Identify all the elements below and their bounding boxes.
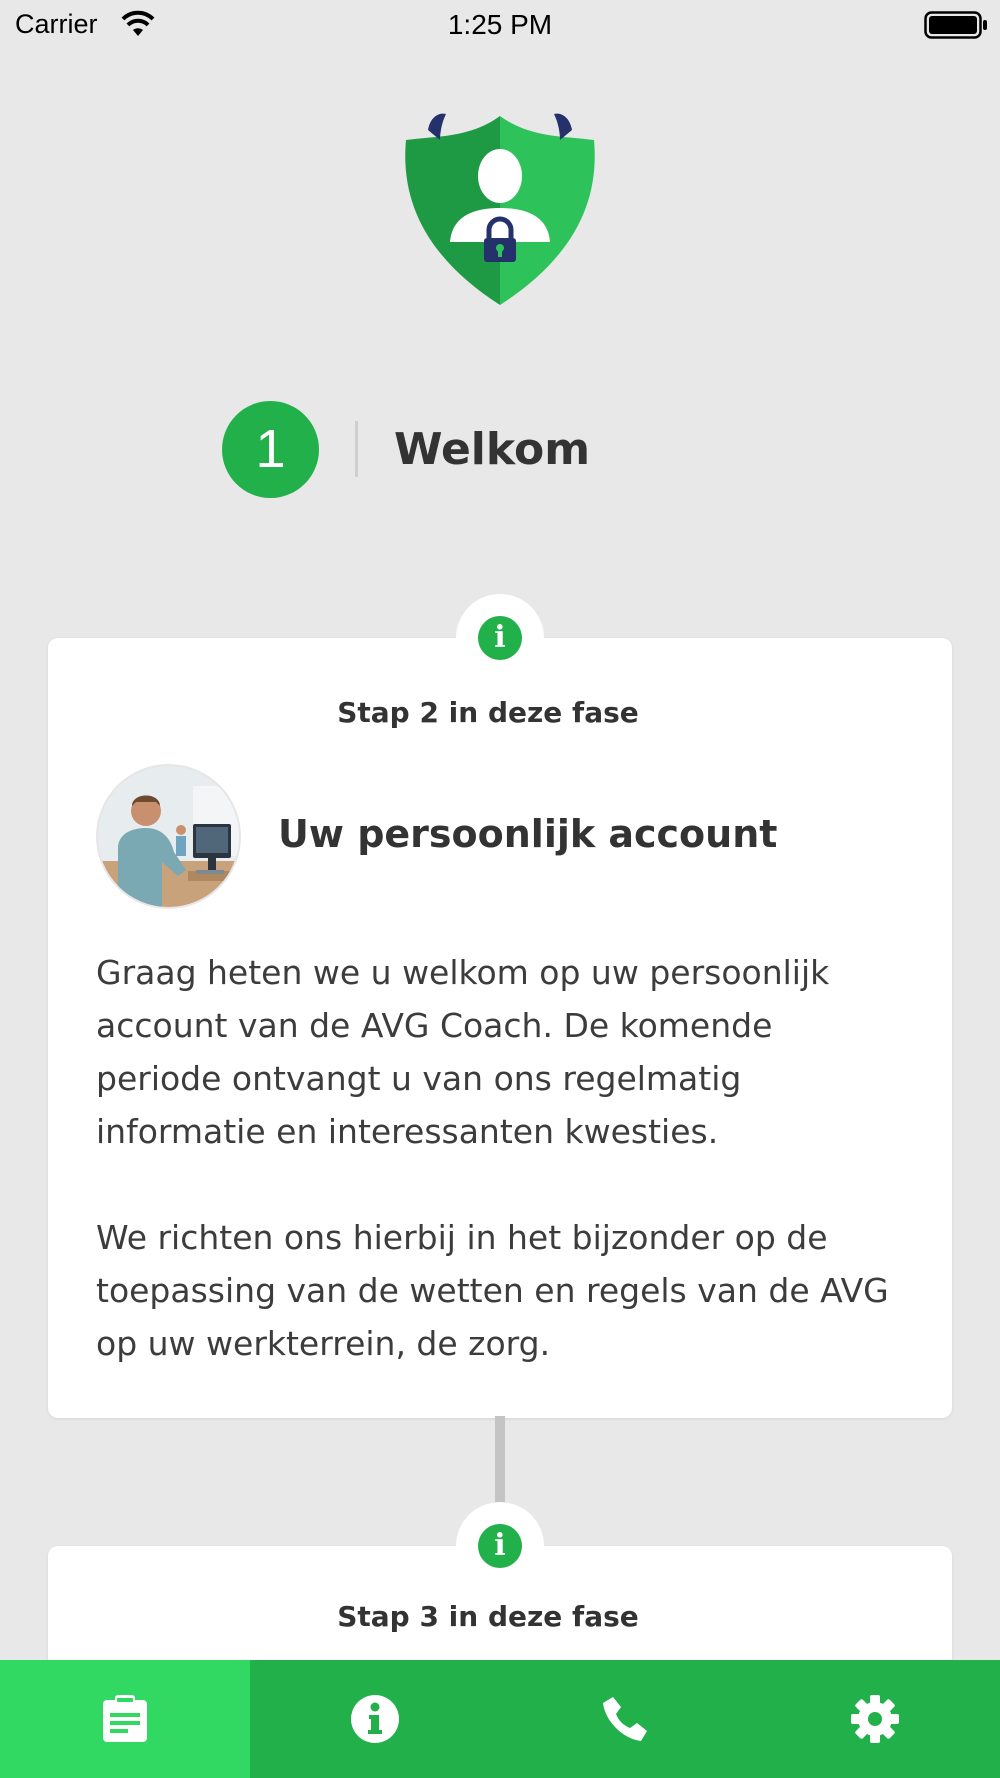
status-time: 1:25 PM (447, 9, 553, 40)
info-badge: i (456, 594, 544, 682)
phone-icon (603, 1697, 647, 1741)
clipboard-icon (103, 1695, 147, 1742)
tab-overview[interactable] (0, 1660, 250, 1778)
step-card[interactable]: Stap 2 in deze fase Uw persoonlijk accou… (48, 638, 952, 1418)
phase-number-badge: 1 (222, 401, 319, 498)
battery-icon (924, 11, 987, 39)
phase-divider (355, 421, 358, 477)
tab-settings[interactable] (750, 1660, 1000, 1778)
step-image (96, 764, 241, 909)
gear-icon (851, 1695, 899, 1743)
tab-bar (0, 1660, 1000, 1778)
info-badge: i (456, 1502, 544, 1590)
phase-title: Welkom (394, 424, 591, 475)
tab-contact[interactable] (500, 1660, 750, 1778)
status-bar: Carrier 1:25 PM (0, 0, 1000, 50)
step-label: Stap 3 in deze fase (337, 1600, 639, 1633)
step-body-paragraph: Graag heten we u welkom op uw persoonlij… (96, 953, 830, 1151)
info-icon: i (478, 1524, 522, 1568)
info-icon: i (478, 616, 522, 660)
step-body-paragraph: We richten ons hierbij in het bijzonder … (96, 1218, 889, 1363)
tab-info[interactable] (250, 1660, 500, 1778)
info-icon (351, 1695, 399, 1743)
step-body: Graag heten we u welkom op uw persoonlij… (96, 946, 916, 1370)
step-label: Stap 2 in deze fase (337, 696, 639, 729)
photo-care-worker-at-computer (98, 766, 239, 907)
shield-user-lock-logo (405, 113, 595, 305)
step-title: Uw persoonlijk account (278, 812, 778, 856)
